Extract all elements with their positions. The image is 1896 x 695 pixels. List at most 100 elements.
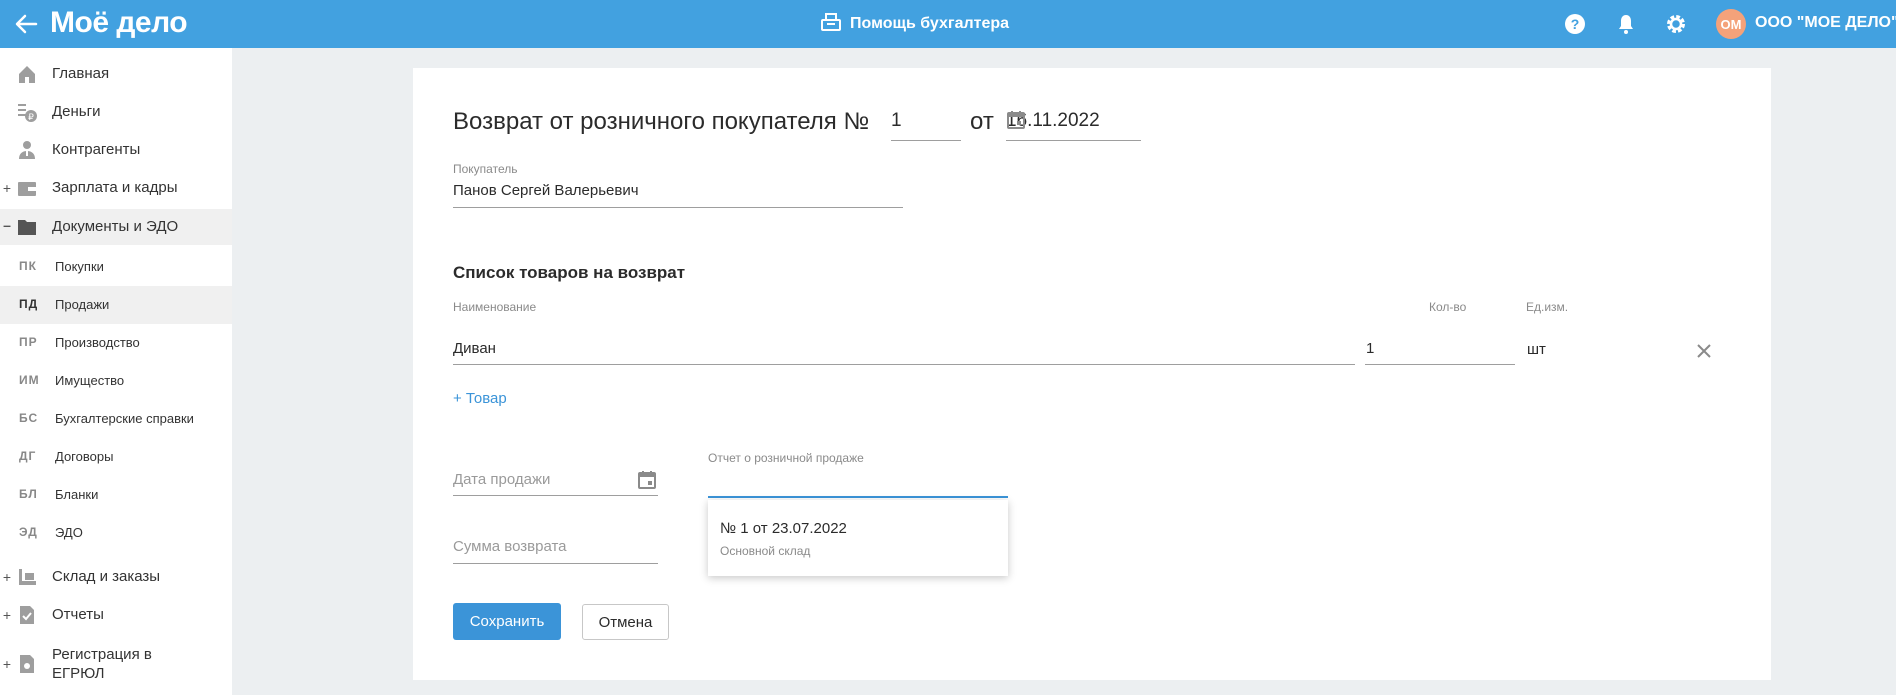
sidebar-item-documents[interactable]: – Документы и ЭДО bbox=[0, 209, 232, 245]
column-header-unit: Ед.изм. bbox=[1526, 300, 1569, 314]
sidebar-item-label: Контрагенты bbox=[52, 141, 141, 158]
document-number-value: 1 bbox=[891, 110, 902, 131]
item-name-input[interactable]: Диван bbox=[453, 340, 496, 357]
sidebar-item-main[interactable]: Главная bbox=[0, 60, 232, 88]
contractors-icon bbox=[16, 139, 38, 161]
buyer-label: Покупатель bbox=[453, 162, 518, 176]
subitem-label: Бухгалтерские справки bbox=[55, 411, 194, 426]
sidebar-item-warehouse[interactable]: + Склад и заказы bbox=[0, 563, 232, 591]
section-title: Список товаров на возврат bbox=[453, 263, 686, 282]
sidebar-item-label: Склад и заказы bbox=[52, 568, 161, 585]
svg-text:₽: ₽ bbox=[28, 112, 34, 122]
notifications-bell-icon[interactable] bbox=[1614, 12, 1638, 36]
item-name-underline bbox=[453, 364, 1355, 365]
sale-date-calendar-icon[interactable] bbox=[637, 470, 657, 490]
sale-date-input[interactable]: Дата продажи bbox=[453, 471, 550, 488]
warehouse-icon bbox=[16, 566, 38, 588]
retail-report-input[interactable] bbox=[708, 467, 1008, 497]
sidebar-subitem-property[interactable]: ИМ Имущество bbox=[0, 362, 232, 400]
folder-icon bbox=[16, 216, 38, 238]
sidebar-subitem-sales[interactable]: ПД Продажи bbox=[0, 286, 232, 324]
sidebar-subitem-accounting-certificates[interactable]: БС Бухгалтерские справки bbox=[0, 400, 232, 438]
remove-item-close-icon[interactable] bbox=[1696, 343, 1712, 359]
retail-report-dropdown[interactable]: № 1 от 23.07.2022 Основной склад bbox=[708, 500, 1008, 576]
retail-report-label: Отчет о розничной продаже bbox=[708, 451, 864, 465]
sidebar-item-label: Главная bbox=[52, 65, 110, 82]
sidebar-item-label: Деньги bbox=[52, 103, 101, 120]
subitem-abbr: БЛ bbox=[19, 487, 38, 501]
item-unit: шт bbox=[1527, 341, 1546, 358]
company-name[interactable]: ООО "МОЕ ДЕЛО" bbox=[1755, 14, 1896, 32]
save-button[interactable]: Сохранить bbox=[453, 603, 561, 640]
page-title: Возврат от розничного покупателя № bbox=[453, 108, 870, 135]
date-prefix: от bbox=[970, 108, 994, 135]
cancel-button[interactable]: Отмена bbox=[582, 604, 669, 640]
item-qty-underline bbox=[1365, 364, 1515, 365]
help-icon[interactable]: ? bbox=[1563, 12, 1587, 36]
form-card bbox=[413, 68, 1771, 680]
subitem-label: Продажи bbox=[55, 297, 110, 312]
subitem-abbr: ПР bbox=[19, 335, 38, 349]
sidebar-item-contractors[interactable]: Контрагенты bbox=[0, 136, 232, 164]
sidebar-subitem-production[interactable]: ПР Производство bbox=[0, 324, 232, 362]
sidebar-subitem-purchases[interactable]: ПК Покупки bbox=[0, 248, 232, 286]
sale-date-underline bbox=[453, 495, 658, 496]
column-header-qty: Кол-во bbox=[1429, 300, 1467, 314]
subitem-abbr: БС bbox=[19, 411, 39, 425]
back-arrow-icon[interactable] bbox=[12, 10, 40, 38]
sidebar-item-label: Отчеты bbox=[52, 606, 104, 623]
expand-plus-icon[interactable]: + bbox=[2, 656, 12, 672]
sidebar-item-registration[interactable]: + Регистрация в ЕГРЮЛ bbox=[0, 644, 232, 684]
sidebar-subitem-forms[interactable]: БЛ Бланки bbox=[0, 476, 232, 514]
avatar[interactable]: ОМ bbox=[1716, 9, 1746, 39]
subitem-label: Бланки bbox=[55, 487, 99, 502]
retail-report-underline-focused bbox=[708, 496, 1008, 498]
sidebar-subitem-edo[interactable]: ЭД ЭДО bbox=[0, 514, 232, 552]
return-sum-input[interactable]: Сумма возврата bbox=[453, 538, 567, 555]
sidebar-item-label: Зарплата и кадры bbox=[52, 179, 178, 196]
sidebar-item-money[interactable]: ₽ Деньги bbox=[0, 98, 232, 126]
cashbox-icon bbox=[820, 11, 842, 38]
return-sum-underline bbox=[453, 563, 658, 564]
subitem-abbr: ДГ bbox=[19, 449, 37, 463]
subitem-abbr: ПК bbox=[19, 259, 37, 273]
expand-plus-icon[interactable]: + bbox=[2, 180, 12, 196]
buyer-underline bbox=[453, 207, 903, 208]
sidebar-item-salary[interactable]: + Зарплата и кадры bbox=[0, 174, 232, 202]
home-icon bbox=[16, 63, 38, 85]
add-item-button[interactable]: + Товар bbox=[453, 390, 507, 407]
top-bar: Моё дело Помощь бухгалтера ? ОМ ООО "МОЕ… bbox=[0, 0, 1896, 48]
logo[interactable]: Моё дело bbox=[50, 6, 188, 40]
item-qty-input[interactable]: 1 bbox=[1366, 340, 1374, 357]
svg-text:?: ? bbox=[1571, 16, 1580, 32]
subitem-abbr: ИМ bbox=[19, 373, 40, 387]
accountant-help-label: Помощь бухгалтера bbox=[850, 15, 1010, 32]
subitem-label: Производство bbox=[55, 335, 140, 350]
subitem-label: Имущество bbox=[55, 373, 125, 388]
registration-icon bbox=[16, 653, 38, 675]
subitem-abbr: ПД bbox=[19, 297, 39, 311]
settings-gear-icon[interactable] bbox=[1664, 12, 1688, 36]
subitem-label: ЭДО bbox=[55, 525, 83, 540]
report-icon bbox=[16, 604, 38, 626]
dropdown-option-subtitle: Основной склад bbox=[720, 544, 811, 558]
sidebar-item-reports[interactable]: + Отчеты bbox=[0, 601, 232, 629]
document-date-input[interactable]: 16.11.2022 bbox=[1006, 106, 1141, 141]
expand-plus-icon[interactable]: + bbox=[2, 607, 12, 623]
subitem-label: Покупки bbox=[55, 259, 104, 274]
sidebar-subitem-contracts[interactable]: ДГ Договоры bbox=[0, 438, 232, 476]
buyer-input[interactable]: Панов Сергей Валерьевич bbox=[453, 182, 639, 199]
wallet-icon bbox=[16, 177, 38, 199]
column-header-name: Наименование bbox=[453, 300, 537, 314]
subitem-label: Договоры bbox=[55, 449, 114, 464]
subitem-abbr: ЭД bbox=[19, 525, 38, 539]
accountant-help-link[interactable]: Помощь бухгалтера bbox=[820, 11, 1010, 38]
sidebar-item-label: Регистрация в ЕГРЮЛ bbox=[52, 646, 152, 682]
expand-plus-icon[interactable]: + bbox=[2, 569, 12, 585]
dropdown-option-title[interactable]: № 1 от 23.07.2022 bbox=[720, 520, 847, 537]
calendar-icon[interactable] bbox=[1006, 110, 1026, 130]
sidebar-item-label: Документы и ЭДО bbox=[52, 218, 179, 235]
collapse-minus-icon[interactable]: – bbox=[2, 217, 12, 233]
document-number-input[interactable]: 1 bbox=[891, 106, 961, 141]
money-icon: ₽ bbox=[16, 101, 38, 123]
